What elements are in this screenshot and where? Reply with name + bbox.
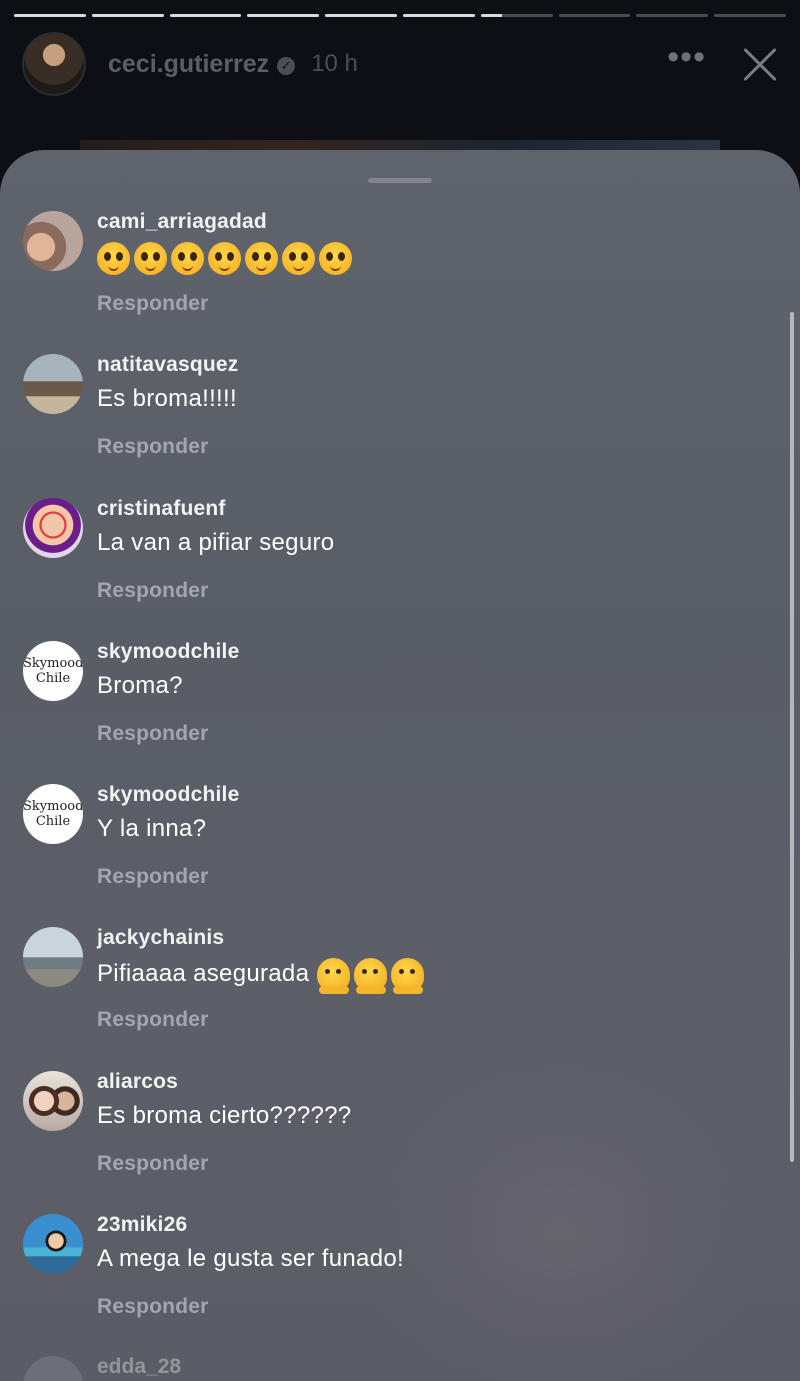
progress-segment [325,14,397,17]
progress-segment [14,14,86,17]
progress-segment-current [480,14,553,17]
reply-button[interactable]: Responder [97,579,209,603]
commenter-avatar[interactable] [23,927,83,988]
close-icon[interactable] [740,44,780,84]
progress-segment [558,14,631,17]
reply-button[interactable]: Responder [97,865,209,889]
progress-segment [247,14,320,17]
pleading-face-emoji-icon [97,242,130,275]
commenter-username[interactable]: 23miki26 [97,1213,187,1237]
progress-segment [636,14,709,17]
reply-button[interactable]: Responder [97,1008,209,1032]
progress-segment [714,14,786,17]
progress-segment [402,14,475,17]
commenter-avatar[interactable] [23,211,83,271]
commenter-username[interactable]: skymoodchile [97,783,239,807]
commenter-avatar-partial[interactable] [23,1356,83,1381]
melting-face-emoji-icon [391,958,425,995]
comment-text: Y la inna? [97,815,207,843]
commenter-avatar-skymood-logo[interactable]: Skymood Chile [23,784,83,845]
comment-item: cristinafuenf La van a pifiar seguro Res… [0,495,800,638]
progress-segment [169,14,242,17]
comment-item: 23miki26 A mega le gusta ser funado! Res… [0,1211,800,1354]
comments-sheet: cami_arriagadad Responder natitavasquez … [0,150,800,1381]
story-author-avatar[interactable] [22,32,86,96]
commenter-avatar[interactable] [23,354,83,415]
commenter-username[interactable]: skymoodchile [97,640,239,664]
comment-list: cami_arriagadad Responder natitavasquez … [0,208,800,1354]
pleading-face-emoji-icon [282,242,315,275]
commenter-username[interactable]: aliarcos [97,1070,178,1094]
pleading-face-emoji-icon [319,242,352,275]
reply-button[interactable]: Responder [97,1152,209,1176]
pleading-face-emoji-icon [245,242,278,275]
reply-button[interactable]: Responder [97,1295,209,1319]
comment-item: natitavasquez Es broma!!!!! Responder [0,351,800,494]
comment-item: cami_arriagadad Responder [0,208,800,351]
progress-segment [91,14,164,17]
comment-text: Pifiaaaa asegurada [97,958,428,995]
commenter-username[interactable]: cami_arriagadad [97,210,267,234]
commenter-username[interactable]: natitavasquez [97,353,238,377]
comment-text [97,242,356,275]
commenter-avatar[interactable] [23,1070,83,1131]
comment-text: Es broma cierto?????? [97,1101,352,1129]
verified-badge-icon: ✓ [277,56,296,75]
commenter-avatar-skymood-logo[interactable]: Skymood Chile [23,640,83,701]
reply-button[interactable]: Responder [97,722,209,746]
melting-face-emoji-icon [354,958,388,995]
comment-text-body: Pifiaaaa asegurada [97,960,310,988]
comment-text: Es broma!!!!! [97,385,237,413]
pleading-face-emoji-icon [134,242,167,275]
pleading-face-emoji-icon [171,242,204,275]
story-username-text: ceci.gutierrez [108,49,270,78]
commenter-username[interactable]: cristinafuenf [97,497,226,521]
melting-face-emoji-icon [317,958,351,995]
sheet-drag-handle[interactable] [368,178,432,183]
comment-text: La van a pifiar seguro [97,528,335,556]
reply-button[interactable]: Responder [97,435,209,459]
comment-item: Skymood Chile skymoodchile Broma? Respond… [0,638,800,781]
comment-text: A mega le gusta ser funado! [97,1245,404,1273]
commenter-username[interactable]: jackychainis [97,926,224,950]
comment-item: aliarcos Es broma cierto?????? Responder [0,1068,800,1211]
comment-item: Skymood Chile skymoodchile Y la inna? Res… [0,781,800,924]
story-timestamp: 10 h [311,50,358,77]
commenter-avatar[interactable] [23,497,83,558]
story-progress-bars [14,14,786,17]
story-header: ceci.gutierrez ✓ 10 h ••• [22,32,780,96]
story-author-username[interactable]: ceci.gutierrez ✓ [108,49,296,79]
commenter-username-partial[interactable]: edda_28 [97,1355,181,1379]
pleading-face-emoji-icon [208,242,241,275]
comment-item: jackychainis Pifiaaaa asegurada Responde… [0,924,800,1067]
reply-button[interactable]: Responder [97,292,209,316]
commenter-avatar[interactable] [23,1214,83,1275]
comment-text: Broma? [97,671,183,699]
more-options-icon[interactable]: ••• [667,40,706,81]
